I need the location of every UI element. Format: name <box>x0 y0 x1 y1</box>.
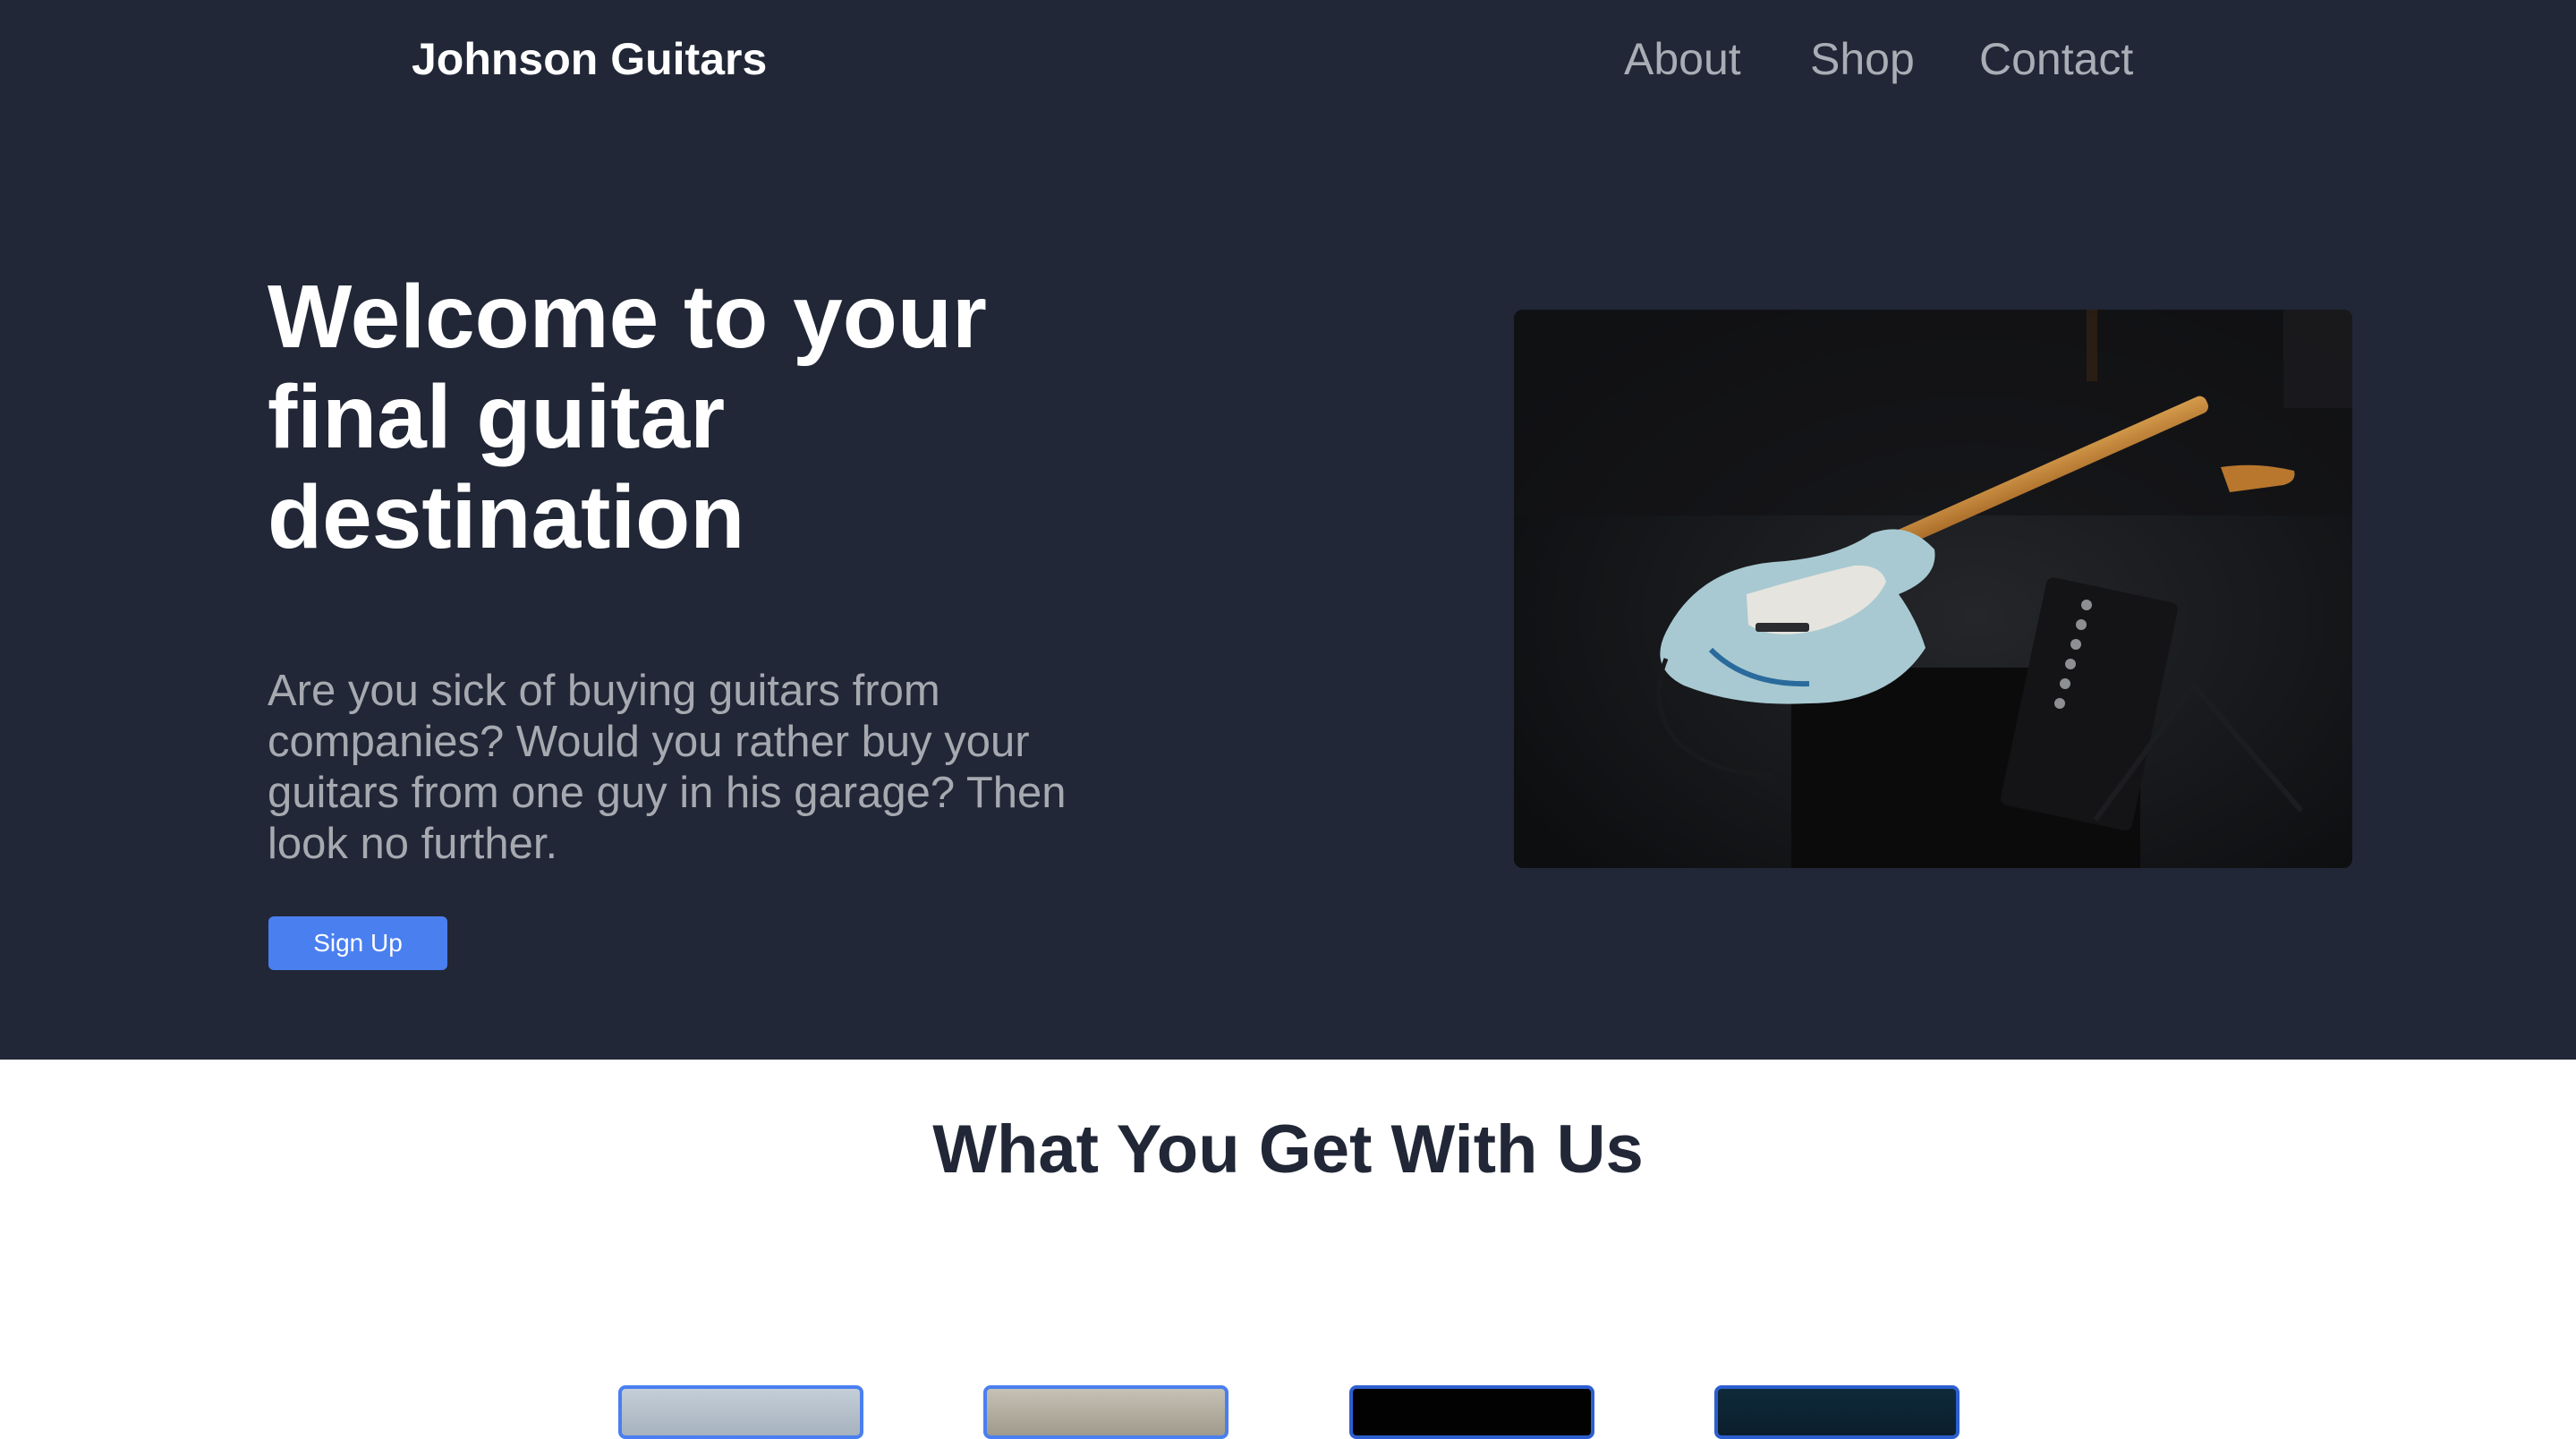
features-title: What You Get With Us <box>932 1111 1644 1188</box>
hero-title: Welcome to your final guitar destination <box>268 267 987 567</box>
nav-link-contact[interactable]: Contact <box>1979 32 2133 86</box>
brand-logo[interactable]: Johnson Guitars <box>412 32 767 86</box>
nav-link-shop[interactable]: Shop <box>1810 32 1915 86</box>
hero-guitar-image <box>1514 310 2352 868</box>
feature-card-image[interactable] <box>983 1385 1228 1439</box>
feature-card-image[interactable] <box>1349 1385 1594 1439</box>
hero-section: Johnson Guitars About Shop Contact Welco… <box>0 0 2576 1060</box>
feature-card-image[interactable] <box>618 1385 863 1439</box>
hero-description: Are you sick of buying guitars from comp… <box>268 667 1067 868</box>
feature-card-image[interactable] <box>1714 1385 1960 1439</box>
nav-link-about[interactable]: About <box>1624 32 1741 86</box>
sign-up-button[interactable]: Sign Up <box>268 916 447 970</box>
